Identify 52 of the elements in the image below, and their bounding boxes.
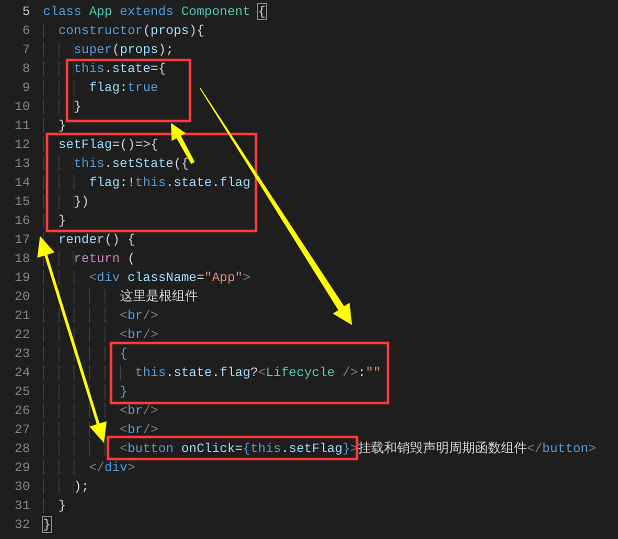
line-number: 27: [14, 421, 30, 439]
line-number: 23: [14, 345, 30, 363]
line-number: 28: [14, 440, 30, 458]
code-line: <br/>: [43, 325, 158, 344]
code-line: }: [43, 116, 66, 135]
code-line: </div>: [43, 458, 136, 477]
line-number: 16: [14, 212, 30, 230]
code-line: flag:true: [43, 78, 158, 97]
code-line: }: [43, 496, 66, 515]
line-number: 31: [14, 497, 30, 515]
code-line: flag:!this.state.flag: [43, 173, 250, 192]
line-number: 8: [21, 60, 30, 78]
line-number: 22: [14, 326, 30, 344]
line-number: 30: [14, 478, 30, 496]
code-line: <br/>: [43, 306, 158, 325]
code-line: setFlag=()=>{: [43, 135, 158, 154]
line-number: 9: [21, 79, 30, 97]
line-number: 15: [14, 193, 30, 211]
line-number: 26: [14, 402, 30, 420]
line-number: 24: [14, 364, 30, 382]
line-number: 13: [14, 155, 30, 173]
code-line: this.state.flag?<Lifecycle />:"": [43, 363, 381, 382]
code-line: <br/>: [43, 401, 158, 420]
line-number: 20: [14, 288, 30, 306]
code-line: this.setState({: [43, 154, 189, 173]
code-line: 这里是根组件: [43, 287, 198, 306]
code-line: class App extends Component {: [43, 3, 266, 21]
code-line: }: [43, 516, 51, 534]
line-number: 14: [14, 174, 30, 192]
line-number: 7: [21, 41, 30, 59]
line-number: 5: [21, 3, 30, 21]
code-line: }: [43, 382, 128, 401]
line-number: 12: [14, 136, 30, 154]
line-number: 17: [14, 231, 30, 249]
code-line: constructor(props){: [43, 21, 204, 40]
line-number: 21: [14, 307, 30, 325]
line-number: 25: [14, 383, 30, 401]
line-number: 19: [14, 269, 30, 287]
line-number: 6: [21, 22, 30, 40]
line-number: 29: [14, 459, 30, 477]
line-number: 11: [14, 117, 30, 135]
code-line: }: [43, 211, 66, 230]
line-number: 10: [14, 98, 30, 116]
line-number: 32: [14, 516, 30, 534]
code-line: {: [43, 344, 128, 363]
code-line: super(props);: [43, 40, 174, 59]
code-line: );: [43, 477, 90, 496]
code-line: this.state={: [43, 59, 166, 78]
line-number: 18: [14, 250, 30, 268]
code-line: <div className="App">: [43, 268, 250, 287]
code-line: }): [43, 192, 90, 211]
code-line: }: [43, 97, 82, 116]
